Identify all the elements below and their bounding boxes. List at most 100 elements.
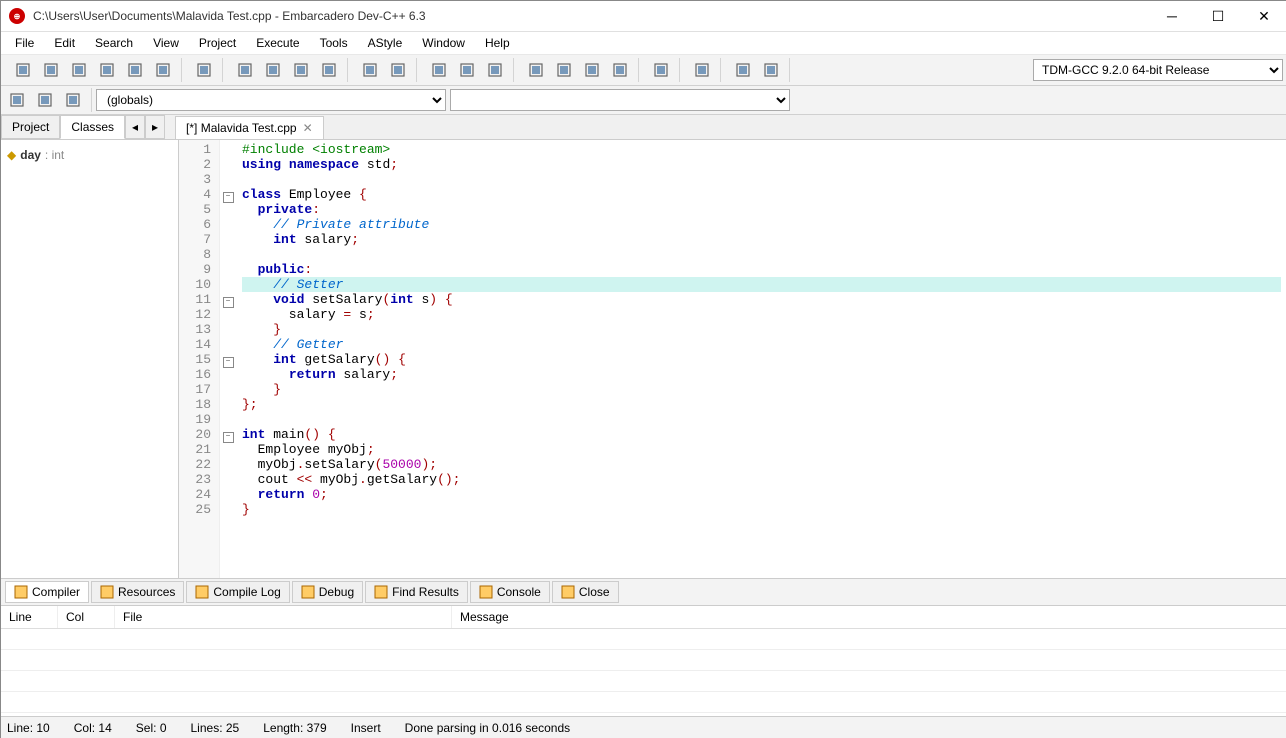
menu-view[interactable]: View xyxy=(143,34,189,52)
fold-toggle[interactable]: − xyxy=(223,357,234,368)
forward-button[interactable] xyxy=(33,88,57,112)
save-file-button[interactable] xyxy=(67,58,91,82)
undo-button[interactable] xyxy=(358,58,382,82)
grid4-button[interactable] xyxy=(608,58,632,82)
fold-gutter[interactable]: − − − − xyxy=(220,140,236,578)
bottom-tab-resources[interactable]: Resources xyxy=(91,581,184,603)
code-line[interactable]: int main() { xyxy=(242,427,1281,442)
compile-button[interactable] xyxy=(427,58,451,82)
col-message[interactable]: Message xyxy=(452,606,1286,629)
code-line[interactable]: int getSalary() { xyxy=(242,352,1281,367)
col-col[interactable]: Col xyxy=(58,606,115,629)
table-row xyxy=(1,671,1286,692)
editor-tab[interactable]: [*] Malavida Test.cpp ✕ xyxy=(175,116,324,139)
code-line[interactable]: using namespace std; xyxy=(242,157,1281,172)
close-window-button[interactable]: ✕ xyxy=(1241,1,1286,31)
close-tab-icon[interactable]: ✕ xyxy=(303,121,313,135)
code-line[interactable]: Employee myObj; xyxy=(242,442,1281,457)
code-line[interactable]: } xyxy=(242,382,1281,397)
member-dropdown[interactable] xyxy=(450,89,790,111)
bookmark-button[interactable] xyxy=(317,58,341,82)
fold-toggle[interactable]: − xyxy=(223,297,234,308)
code-line[interactable]: #include <iostream> xyxy=(242,142,1281,157)
run-button[interactable] xyxy=(455,58,479,82)
fold-toggle[interactable]: − xyxy=(223,192,234,203)
compiler-panel[interactable]: LineColFileMessage xyxy=(1,606,1286,716)
find-in-files-button[interactable] xyxy=(289,58,313,82)
code-line[interactable] xyxy=(242,412,1281,427)
code-line[interactable]: }; xyxy=(242,397,1281,412)
compile-run-button[interactable] xyxy=(483,58,507,82)
code-line[interactable] xyxy=(242,172,1281,187)
class-browser[interactable]: ◆ day : int xyxy=(1,140,179,578)
chart1-button[interactable] xyxy=(731,58,755,82)
menu-window[interactable]: Window xyxy=(412,34,475,52)
compiler-select[interactable]: TDM-GCC 9.2.0 64-bit Release xyxy=(1033,59,1283,81)
bottom-tab-compiler[interactable]: Compiler xyxy=(5,581,89,603)
tab-nav-right[interactable]: ▸ xyxy=(145,115,165,139)
find-button[interactable] xyxy=(233,58,257,82)
check-button[interactable] xyxy=(649,58,673,82)
menu-astyle[interactable]: AStyle xyxy=(358,34,413,52)
code-line[interactable]: } xyxy=(242,502,1281,517)
code-line[interactable]: cout << myObj.getSalary(); xyxy=(242,472,1281,487)
open-file-button[interactable] xyxy=(39,58,63,82)
redo-button[interactable] xyxy=(386,58,410,82)
editor-tab-label: [*] Malavida Test.cpp xyxy=(186,121,297,135)
left-tab-project[interactable]: Project xyxy=(1,115,60,139)
bottom-tab-debug[interactable]: Debug xyxy=(292,581,363,603)
code-line[interactable]: class Employee { xyxy=(242,187,1281,202)
menu-help[interactable]: Help xyxy=(475,34,520,52)
code-line[interactable]: myObj.setSalary(50000); xyxy=(242,457,1281,472)
print-button[interactable] xyxy=(192,58,216,82)
code-line[interactable]: int salary; xyxy=(242,232,1281,247)
save-all-button[interactable] xyxy=(95,58,119,82)
scope-dropdown[interactable]: (globals) xyxy=(96,89,446,111)
replace-button[interactable] xyxy=(261,58,285,82)
left-tab-classes[interactable]: Classes xyxy=(60,115,125,139)
code-line[interactable]: private: xyxy=(242,202,1281,217)
close-all-button[interactable] xyxy=(151,58,175,82)
code-line[interactable]: return 0; xyxy=(242,487,1281,502)
maximize-button[interactable]: ☐ xyxy=(1195,1,1241,31)
back-button[interactable] xyxy=(5,88,29,112)
code-line[interactable]: public: xyxy=(242,262,1281,277)
col-file[interactable]: File xyxy=(115,606,452,629)
menu-edit[interactable]: Edit xyxy=(44,34,85,52)
code-line[interactable]: // Getter xyxy=(242,337,1281,352)
code-editor[interactable]: 1234567891011121314151617181920212223242… xyxy=(179,140,1286,578)
bottom-tab-console[interactable]: Console xyxy=(470,581,550,603)
menu-file[interactable]: File xyxy=(5,34,44,52)
bottom-tab-compile-log[interactable]: Compile Log xyxy=(186,581,289,603)
line-gutter[interactable]: 1234567891011121314151617181920212223242… xyxy=(179,140,220,578)
code-line[interactable] xyxy=(242,247,1281,262)
menu-execute[interactable]: Execute xyxy=(246,34,309,52)
grid3-button[interactable] xyxy=(580,58,604,82)
menu-project[interactable]: Project xyxy=(189,34,246,52)
fold-toggle[interactable]: − xyxy=(223,432,234,443)
grid2-button[interactable] xyxy=(552,58,576,82)
menu-search[interactable]: Search xyxy=(85,34,143,52)
table-row xyxy=(1,650,1286,671)
code-line[interactable]: return salary; xyxy=(242,367,1281,382)
code-line[interactable]: } xyxy=(242,322,1281,337)
col-line[interactable]: Line xyxy=(1,606,58,629)
grid1-button[interactable] xyxy=(524,58,548,82)
tree-item[interactable]: ◆ day : int xyxy=(7,146,172,164)
chart2-button[interactable] xyxy=(759,58,783,82)
code-line[interactable]: // Setter xyxy=(242,277,1281,292)
bottom-tab-close[interactable]: Close xyxy=(552,581,619,603)
bottom-tab-find-results[interactable]: Find Results xyxy=(365,581,468,603)
tab-nav-left[interactable]: ◂ xyxy=(125,115,145,139)
nav-toolbar: (globals) xyxy=(1,86,1286,115)
menu-tools[interactable]: Tools xyxy=(310,34,358,52)
code-content[interactable]: #include <iostream>using namespace std; c… xyxy=(236,140,1286,578)
stop-button[interactable] xyxy=(690,58,714,82)
close-file-button[interactable] xyxy=(123,58,147,82)
new-file-button[interactable] xyxy=(11,58,35,82)
minimize-button[interactable]: ─ xyxy=(1149,1,1195,31)
code-line[interactable]: void setSalary(int s) { xyxy=(242,292,1281,307)
code-line[interactable]: salary = s; xyxy=(242,307,1281,322)
bookmark2-button[interactable] xyxy=(61,88,85,112)
code-line[interactable]: // Private attribute xyxy=(242,217,1281,232)
